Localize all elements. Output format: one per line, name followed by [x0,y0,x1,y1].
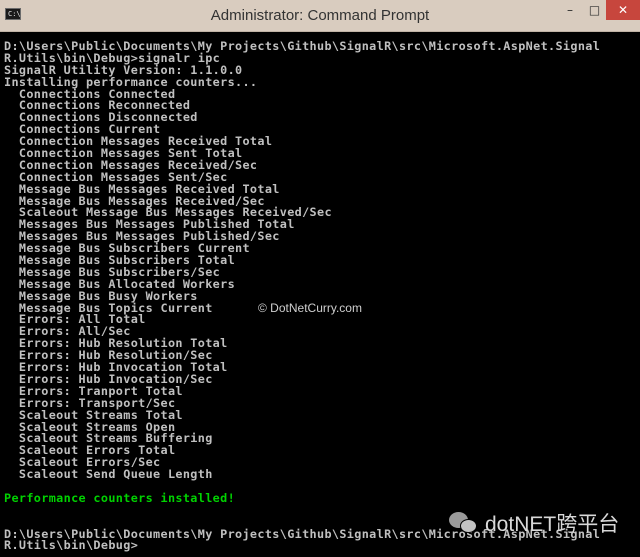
watermark-corner-text: dotNET跨平台 [485,513,620,536]
console-output[interactable]: D:\Users\Public\Documents\My Projects\Gi… [0,32,640,557]
watermark-dotnet-crossplatform: dotNET跨平台 [449,508,619,538]
minimize-button[interactable]: – [557,0,583,20]
watermark-dotnetcurry: © DotNetCurry.com [258,301,362,315]
console-line: R.Utils\bin\Debug> [4,538,139,553]
close-button[interactable]: ✕ [606,0,640,20]
console-line: Performance counters installed! [4,490,236,505]
console-lines: D:\Users\Public\Documents\My Projects\Gi… [4,40,600,553]
wechat-icon [449,510,479,536]
window-title: Administrator: Command Prompt [210,7,430,24]
maximize-button[interactable]: □ [583,0,606,20]
console-line: Scaleout Send Queue Length [4,467,213,482]
command-prompt-window: C:\ Administrator: Command Prompt – □ ✕ … [0,0,640,557]
title-bar[interactable]: C:\ Administrator: Command Prompt – □ ✕ [0,0,640,32]
